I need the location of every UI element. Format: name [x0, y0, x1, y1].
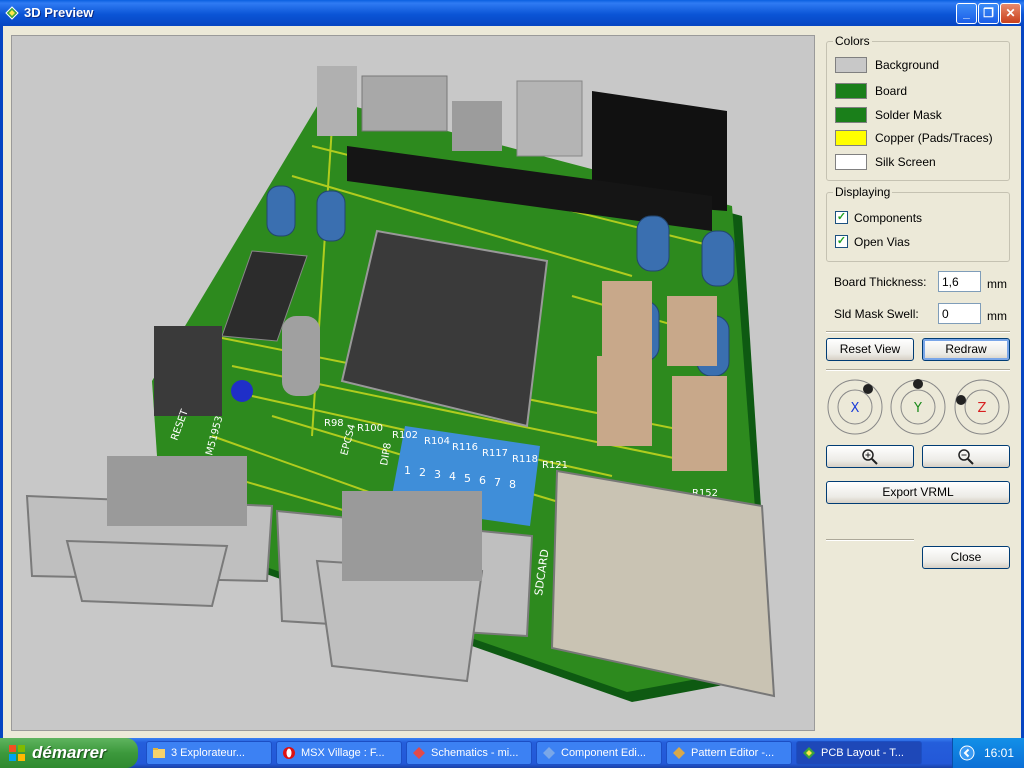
- taskbar: démarrer 3 Explorateur... MSX Village : …: [0, 738, 1024, 768]
- taskbar-item-label: Component Edi...: [561, 747, 646, 759]
- sld-mask-swell-unit: mm: [987, 309, 1007, 323]
- reset-view-button[interactable]: Reset View: [826, 338, 914, 361]
- sld-mask-swell-label: Sld Mask Swell:: [834, 307, 919, 321]
- resistor-label: R102: [392, 430, 418, 441]
- resistor-label: R117: [482, 448, 508, 459]
- component-icon: [543, 747, 555, 759]
- resistor-label: R118: [512, 454, 538, 465]
- zoom-out-button[interactable]: [922, 445, 1010, 468]
- taskbar-item-label: MSX Village : F...: [301, 747, 385, 759]
- swatch-label: Background: [875, 58, 940, 72]
- swatch-label: Copper (Pads/Traces): [875, 131, 993, 145]
- sld-mask-swell-input[interactable]: [938, 303, 981, 324]
- rotate-x-control[interactable]: X: [826, 378, 884, 436]
- board-thickness-unit: mm: [987, 277, 1007, 291]
- pcb-icon: [803, 747, 815, 759]
- dip-number: 7: [494, 476, 501, 489]
- dip-number: 8: [509, 478, 516, 491]
- dip-number: 4: [449, 470, 456, 483]
- board-thickness-input[interactable]: [938, 271, 981, 292]
- close-icon: ✕: [1005, 6, 1016, 20]
- close-button[interactable]: Close: [922, 546, 1010, 569]
- taskbar-item-label: Schematics - mi...: [431, 747, 519, 759]
- pcb-3d-render: 1 2 3 4 5 6 7 8 DIP8 EPCS4 M51953 RESET …: [25, 66, 776, 702]
- taskbar-item[interactable]: Pattern Editor -...: [666, 741, 792, 765]
- system-tray: 16:01: [952, 738, 1024, 768]
- checkbox-label: Components: [854, 211, 923, 225]
- resistor-label: R121: [542, 460, 568, 471]
- copper-swatch[interactable]: [835, 130, 867, 146]
- taskbar-item[interactable]: Component Edi...: [536, 741, 662, 765]
- restore-icon: ❐: [983, 6, 994, 20]
- displaying-group: Displaying ✓ Components ✓ Open Vias: [826, 185, 1010, 262]
- colors-group: Colors Background Board Solder Mask Copp…: [826, 34, 1010, 181]
- start-button[interactable]: démarrer: [0, 738, 138, 768]
- separator: [826, 539, 914, 541]
- axis-label: Z: [978, 401, 987, 416]
- taskbar-item[interactable]: Schematics - mi...: [406, 741, 532, 765]
- minimize-button[interactable]: _: [956, 3, 977, 24]
- checkbox-label: Open Vias: [854, 235, 910, 249]
- solder-mask-swatch[interactable]: [835, 107, 867, 123]
- dip-number: 5: [464, 472, 471, 485]
- swatch-label: Solder Mask: [875, 108, 942, 122]
- taskbar-item-label: 3 Explorateur...: [171, 747, 245, 759]
- swatch-label: Silk Screen: [875, 155, 936, 169]
- maximize-button[interactable]: ❐: [978, 3, 999, 24]
- dip-number: 6: [479, 474, 486, 487]
- pattern-icon: [673, 747, 685, 759]
- separator: [826, 331, 1010, 333]
- zoom-in-button[interactable]: [826, 445, 914, 468]
- windows-logo-icon: [9, 745, 25, 761]
- export-vrml-button[interactable]: Export VRML: [826, 481, 1010, 504]
- resistor-label: R104: [424, 436, 450, 447]
- board-thickness-label: Board Thickness:: [834, 275, 927, 289]
- minimize-icon: _: [963, 6, 970, 20]
- dip-number: 3: [434, 468, 441, 481]
- swatch-label: Board: [875, 84, 908, 98]
- background-swatch[interactable]: [835, 57, 867, 73]
- redraw-button[interactable]: Redraw: [922, 338, 1010, 361]
- start-label: démarrer: [32, 743, 106, 762]
- dip-number: 1: [404, 464, 411, 477]
- clock: 16:01: [984, 746, 1015, 760]
- opera-icon: [283, 747, 295, 759]
- resistor-label: R100: [357, 423, 383, 434]
- open-vias-checkbox[interactable]: ✓: [835, 235, 848, 248]
- title-bar: 3D Preview _ ❐ ✕: [0, 0, 1024, 26]
- displaying-legend: Displaying: [833, 185, 893, 199]
- taskbar-item-active[interactable]: PCB Layout - T...: [796, 741, 922, 765]
- rotate-z-control[interactable]: Z: [953, 378, 1011, 436]
- separator: [826, 369, 1010, 371]
- dip-number: 2: [419, 466, 426, 479]
- schematics-icon: [413, 747, 425, 759]
- app-icon: [5, 6, 19, 20]
- resistor-label: R116: [452, 442, 478, 453]
- axis-label: X: [851, 401, 860, 416]
- close-window-button[interactable]: ✕: [1000, 3, 1021, 24]
- taskbar-item-label: Pattern Editor -...: [691, 747, 775, 759]
- tray-expand-icon[interactable]: [959, 745, 975, 761]
- rotate-y-control[interactable]: Y: [889, 378, 947, 436]
- zoom-out-icon: [958, 449, 974, 465]
- 3d-viewport[interactable]: 1 2 3 4 5 6 7 8 DIP8 EPCS4 M51953 RESET …: [11, 35, 815, 731]
- components-checkbox[interactable]: ✓: [835, 211, 848, 224]
- silk-screen-swatch[interactable]: [835, 154, 867, 170]
- taskbar-item-label: PCB Layout - T...: [821, 747, 904, 759]
- board-swatch[interactable]: [835, 83, 867, 99]
- taskbar-item[interactable]: MSX Village : F...: [276, 741, 402, 765]
- window-title: 3D Preview: [24, 5, 94, 20]
- zoom-in-icon: [862, 449, 878, 465]
- taskbar-item[interactable]: 3 Explorateur...: [146, 741, 272, 765]
- colors-legend: Colors: [833, 34, 872, 48]
- folder-icon: [153, 748, 165, 758]
- resistor-label: R98: [324, 418, 344, 429]
- rotation-controls: X Y Z: [826, 378, 1012, 438]
- axis-label: Y: [913, 401, 922, 416]
- window-client: 1 2 3 4 5 6 7 8 DIP8 EPCS4 M51953 RESET …: [0, 26, 1024, 738]
